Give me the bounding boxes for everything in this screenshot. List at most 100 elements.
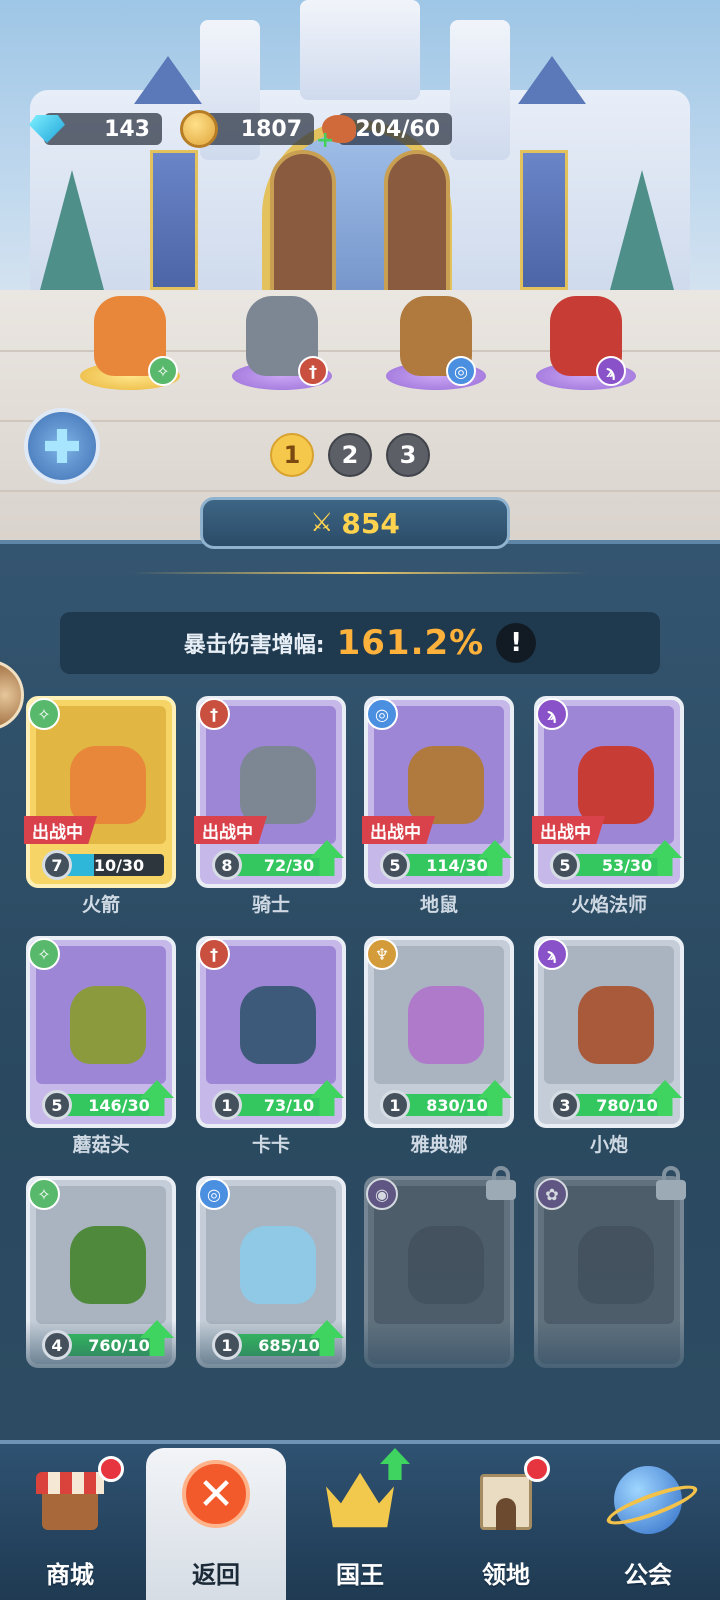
nav-label: 领地 (482, 1561, 530, 1589)
banner-right (520, 150, 568, 290)
wings-class-icon: ♆ (366, 938, 398, 970)
card-portrait-frame (206, 1186, 336, 1324)
lock-icon (486, 1166, 516, 1200)
hero-name: 蘑菇头 (72, 1134, 130, 1156)
team-power: ⚔ 854 (200, 497, 510, 549)
info-button[interactable]: ! (496, 623, 537, 663)
deployed-tag: 出战中 (24, 816, 97, 844)
notification-dot (98, 1456, 124, 1482)
fragment-count: 10/30 (93, 855, 145, 875)
hero-name: 火焰法师 (570, 894, 647, 916)
gamepad-button[interactable] (24, 408, 100, 484)
hero-name: 骑士 (251, 894, 290, 916)
hero-card[interactable]: ✧ 5 146/30 (26, 936, 176, 1128)
hero-card[interactable]: ♆ 1 830/10 (364, 936, 514, 1128)
level-fragment-row: 3 780/10 (550, 1080, 682, 1120)
hero-level: 8 (212, 850, 242, 880)
hero-card[interactable]: ϡ 出战中 5 53/30 (532, 696, 684, 888)
hero-name: 卡卡 (251, 1134, 290, 1156)
hero-portrait (578, 986, 654, 1064)
eye-class-icon: ◉ (366, 1178, 398, 1210)
team-page-2[interactable]: 2 (328, 433, 372, 477)
stage-hero-knight[interactable]: † (222, 270, 342, 390)
hero-portrait (240, 746, 316, 824)
spiral-class-icon: ◎ (366, 698, 398, 730)
spiral-class-icon: ◎ (446, 356, 476, 386)
spiral-class-icon: ◎ (198, 1178, 230, 1210)
hero-portrait (70, 1226, 146, 1304)
hero-level: 5 (550, 850, 580, 880)
team-page-1[interactable]: 1 (270, 433, 314, 477)
deployed-tag: 出战中 (532, 816, 605, 844)
hero-card[interactable]: ◎ 1 685/10 (196, 1176, 346, 1368)
card-portrait-frame (544, 1186, 674, 1324)
nav-label: 返回 (192, 1561, 240, 1589)
card-portrait-frame (374, 946, 504, 1084)
level-fragment-row: 1 685/10 (212, 1320, 344, 1360)
dpad-icon (45, 429, 79, 463)
team-page-3[interactable]: 3 (386, 433, 430, 477)
stage-hero-fire-mage[interactable]: ϡ (526, 270, 646, 390)
stage-hero-mole[interactable]: ◎ (376, 270, 496, 390)
level-fragment-row: 7 10/30 (42, 850, 166, 880)
level-fragment-row: 8 72/30 (212, 840, 344, 880)
hero-portrait (408, 1226, 484, 1304)
hero-portrait (408, 986, 484, 1064)
hero-name: 火箭 (81, 894, 120, 916)
lock-icon (656, 1166, 686, 1200)
sword-class-icon: † (298, 356, 328, 386)
staff-class-icon: ϡ (536, 698, 568, 730)
paw-class-icon: ✿ (536, 1178, 568, 1210)
hero-level: 3 (550, 1090, 580, 1120)
hero-card[interactable]: ϡ 3 780/10 (534, 936, 684, 1128)
stat-label: 暴击伤害增幅: (183, 633, 325, 658)
castle-tower-right (450, 20, 510, 160)
card-portrait-frame (206, 946, 336, 1084)
hero-card[interactable]: ✧ 4 760/10 (26, 1176, 176, 1368)
bow-class-icon: ✧ (28, 938, 60, 970)
level-fragment-row: 5 114/30 (380, 840, 512, 880)
hero-level: 5 (380, 850, 410, 880)
fragment-progress-bar: 10/30 (60, 854, 164, 876)
hero-level: 1 (380, 1090, 410, 1120)
nav-label: 公会 (624, 1561, 672, 1589)
hero-portrait (578, 1226, 654, 1304)
nav-king[interactable]: 国王 (290, 1448, 430, 1600)
gold-coin-icon (176, 106, 222, 152)
deployed-tag: 出战中 (194, 816, 267, 844)
level-fragment-row: 5 146/30 (42, 1080, 174, 1120)
hero-portrait (408, 746, 484, 824)
hero-card[interactable]: ✧ 出战中 7 10/30 (24, 696, 176, 888)
nav-guild[interactable]: 公会 (578, 1454, 718, 1600)
deployed-tag: 出战中 (362, 816, 435, 844)
bottom-nav: 商城 ✕ 返回 国王 领地 公会 (0, 1440, 720, 1600)
banner-left (150, 150, 198, 290)
hero-card[interactable]: † 1 73/10 (196, 936, 346, 1128)
card-portrait-frame (374, 1186, 504, 1324)
card-portrait-frame (36, 946, 166, 1084)
hero-level: 4 (42, 1330, 72, 1360)
nav-label: 商城 (46, 1561, 94, 1589)
nav-shop[interactable]: 商城 (0, 1454, 140, 1600)
divider (130, 572, 590, 574)
level-fragment-row: 1 830/10 (380, 1080, 512, 1120)
hero-portrait (240, 986, 316, 1064)
staff-class-icon: ϡ (596, 356, 626, 386)
bow-class-icon: ✧ (28, 1178, 60, 1210)
gem-icon (24, 106, 70, 152)
nav-territory[interactable]: 领地 (436, 1454, 576, 1600)
castle-roof-left (134, 56, 202, 104)
hero-name: 小炮 (589, 1134, 628, 1156)
close-icon: ✕ (182, 1460, 250, 1528)
level-fragment-row: 4 760/10 (42, 1320, 174, 1360)
upgrade-arrow-icon (380, 1448, 410, 1480)
hero-name: 地鼠 (419, 894, 458, 916)
hero-card[interactable]: † 出战中 8 72/30 (194, 696, 346, 888)
sword-class-icon: † (198, 938, 230, 970)
hero-card[interactable]: ◎ 出战中 5 114/30 (362, 696, 514, 888)
level-fragment-row: 1 73/10 (212, 1080, 344, 1120)
card-portrait-frame (36, 1186, 166, 1324)
hero-level: 1 (212, 1330, 242, 1360)
nav-back[interactable]: ✕ 返回 (146, 1448, 286, 1600)
stage-hero-rocket[interactable]: ✧ (70, 270, 190, 390)
